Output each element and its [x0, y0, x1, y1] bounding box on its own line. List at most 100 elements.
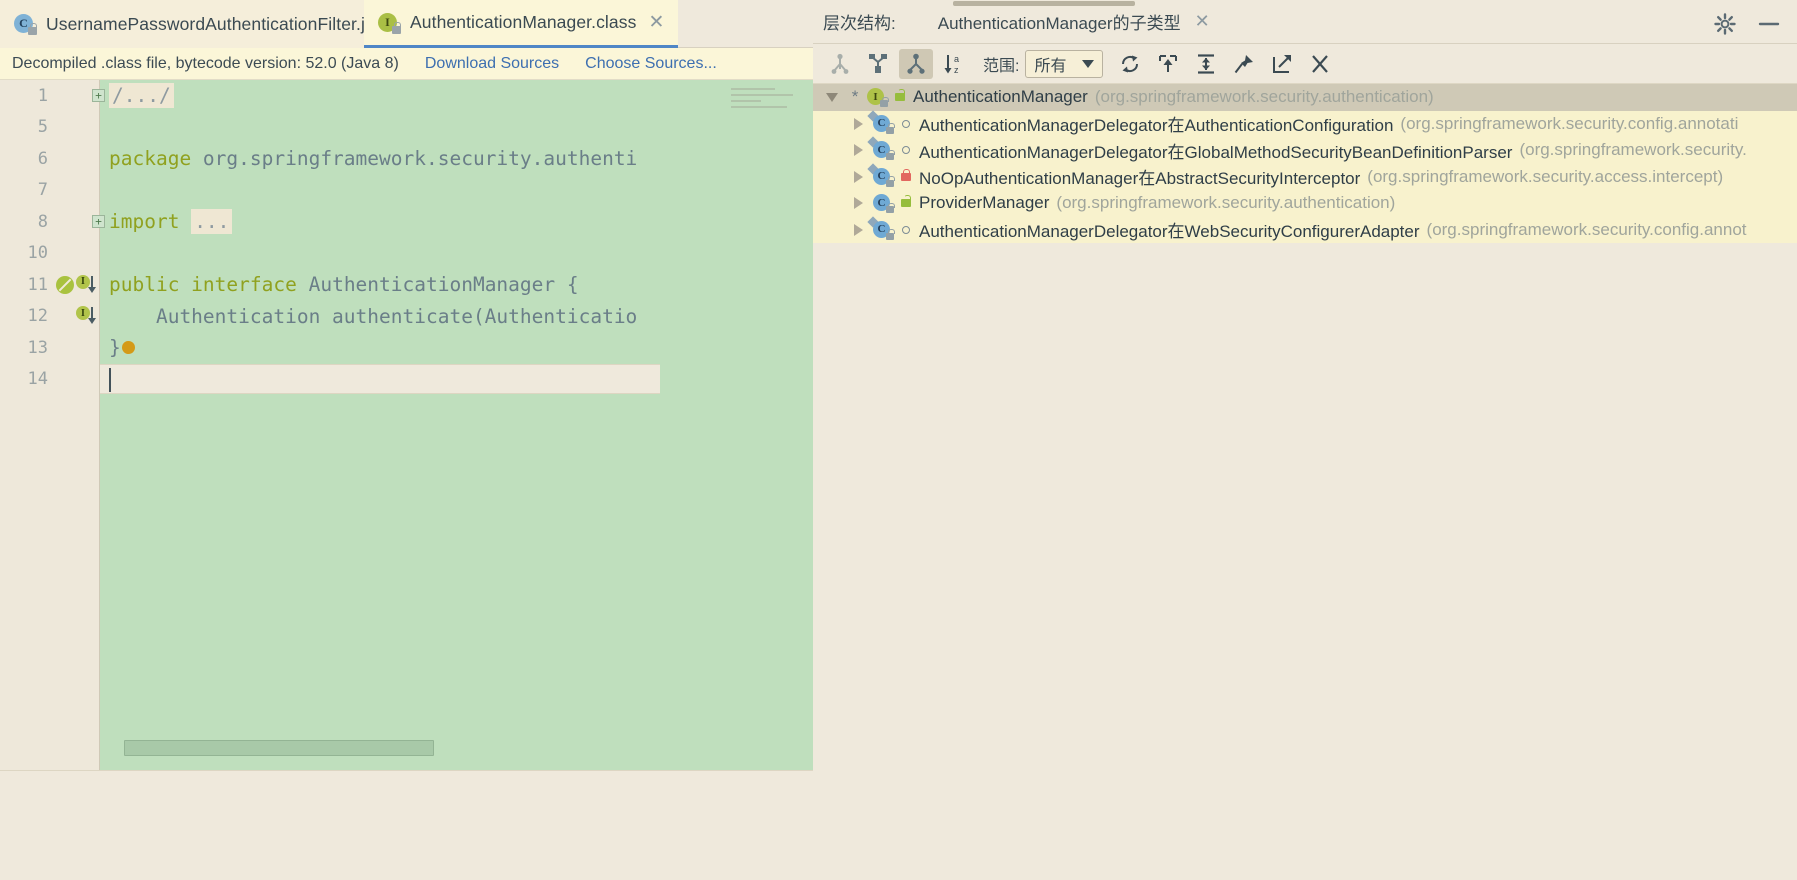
- tree-row-authentication-manager-delegator-config[interactable]: C AuthenticationManagerDelegator在Authent…: [813, 110, 1797, 137]
- collapse-all-icon[interactable]: [1189, 49, 1223, 79]
- visibility-package-icon: [895, 119, 917, 128]
- collapsed-imports[interactable]: ...: [191, 209, 233, 235]
- java-class-icon: C: [867, 163, 895, 188]
- editor-tab-close-icon[interactable]: ✕: [646, 13, 666, 32]
- code-line-6: package org.springframework.security.aut…: [100, 143, 637, 175]
- hierarchy-bottom-strip: [813, 866, 1797, 880]
- code-line-13: }: [100, 332, 135, 364]
- svg-text:z: z: [954, 65, 959, 75]
- java-class-icon: C: [867, 136, 895, 161]
- editor-status-strip: [0, 770, 813, 880]
- ide-window: C UsernamePasswordAuthenticationFilter.j…: [0, 0, 1797, 880]
- tree-expander-icon[interactable]: [845, 144, 871, 157]
- implemented-by-icon[interactable]: I: [76, 306, 98, 326]
- tree-row-name: AuthenticationManagerDelegator在GlobalMet…: [919, 142, 1513, 162]
- intention-bulb-icon[interactable]: [121, 341, 135, 355]
- method-declaration: Authentication authenticate(Authenticati…: [109, 304, 638, 328]
- tree-expander-icon[interactable]: [845, 170, 871, 183]
- tree-row-authentication-manager-delegator-globalmethod[interactable]: C AuthenticationManagerDelegator在GlobalM…: [813, 136, 1797, 164]
- gutter-line-5: 5: [37, 117, 48, 138]
- refresh-icon[interactable]: [1113, 49, 1147, 79]
- hierarchy-content-tab-label: AuthenticationManager的子类型: [937, 14, 1181, 33]
- java-class-icon: C: [871, 192, 895, 214]
- tree-expander-icon[interactable]: [845, 117, 871, 130]
- java-class-icon: C: [14, 13, 37, 35]
- current-type-marker: *: [851, 87, 859, 107]
- tree-row-package: (org.springframework.security.: [1519, 140, 1747, 160]
- svg-text:a: a: [954, 54, 959, 64]
- editor-gutter[interactable]: 1 5 6 7 8 10 11 I 12 I 13 14: [0, 80, 100, 770]
- minimize-icon[interactable]: [1757, 12, 1781, 36]
- scope-select[interactable]: 所有: [1025, 49, 1104, 78]
- close-icon[interactable]: [1303, 49, 1337, 79]
- download-sources-link[interactable]: Download Sources: [425, 55, 559, 73]
- java-class-icon: C: [867, 216, 895, 241]
- code-text[interactable]: /.../ package org.springframework.securi…: [100, 80, 813, 770]
- tree-row-authentication-manager[interactable]: * I AuthenticationManager (org.springfra…: [813, 84, 1797, 111]
- tree-row-package: (org.springframework.security.config.ann…: [1426, 219, 1747, 239]
- interface-declaration: AuthenticationManager {: [308, 273, 579, 297]
- code-line-12: Authentication authenticate(Authenticati…: [100, 301, 637, 333]
- gutter-line-14: 14: [27, 369, 48, 390]
- choose-sources-link[interactable]: Choose Sources...: [585, 55, 717, 73]
- tree-row-package: (org.springframework.security.authentica…: [1094, 87, 1434, 107]
- hierarchy-top-scrollbar[interactable]: [953, 1, 1135, 6]
- chevron-down-icon: [1082, 59, 1095, 68]
- visibility-public-icon: [895, 195, 917, 208]
- tree-row-name: ProviderManager: [919, 193, 1050, 213]
- gutter-line-8: 8: [37, 211, 48, 232]
- editor-minimap[interactable]: [727, 80, 813, 770]
- hierarchy-tree[interactable]: * I AuthenticationManager (org.springfra…: [813, 84, 1797, 880]
- code-line-1: /.../: [100, 80, 174, 112]
- editor-tab-authentication-manager[interactable]: I AuthenticationManager.class ✕: [364, 0, 679, 48]
- sort-az-icon[interactable]: a z: [937, 49, 971, 79]
- hierarchy-header: 层次结构: AuthenticationManager的子类型 ✕: [813, 0, 1797, 44]
- pin-icon[interactable]: [1227, 49, 1261, 79]
- editor-tab-label: UsernamePasswordAuthenticationFilter.jav…: [46, 13, 394, 34]
- visibility-package-icon: [895, 146, 917, 155]
- tree-expander-icon[interactable]: [845, 223, 871, 236]
- code-line-11: public interface AuthenticationManager {: [100, 269, 579, 301]
- tree-expander-icon[interactable]: [845, 197, 871, 210]
- tree-row-name: NoOpAuthenticationManager在AbstractSecuri…: [919, 169, 1361, 189]
- hierarchy-title-label: 层次结构:: [823, 14, 896, 33]
- keyword-public-interface: public interface: [109, 273, 309, 297]
- export-icon[interactable]: [1265, 49, 1299, 79]
- tree-row-authentication-manager-delegator-websecurity[interactable]: C AuthenticationManagerDelegator在WebSecu…: [813, 216, 1797, 243]
- tree-row-name: AuthenticationManagerDelegator在WebSecuri…: [919, 222, 1420, 242]
- tree-row-name: AuthenticationManagerDelegator在Authentic…: [919, 116, 1394, 136]
- gutter-line-1: 1: [37, 85, 48, 106]
- tree-expander-icon[interactable]: [819, 92, 845, 102]
- editor-tab-label: AuthenticationManager.class: [410, 12, 637, 32]
- implemented-by-icon[interactable]: I: [76, 274, 98, 295]
- gutter-line-10: 10: [27, 243, 48, 264]
- collapsed-comment[interactable]: /.../: [109, 83, 174, 109]
- package-name: org.springframework.security.authenti: [202, 147, 638, 171]
- decompiled-notification-bar: Decompiled .class file, bytecode version…: [0, 48, 813, 80]
- visibility-private-icon: [895, 168, 917, 181]
- no-override-icon[interactable]: [56, 275, 74, 294]
- type-hierarchy-icon[interactable]: [823, 49, 857, 79]
- tree-row-package: (org.springframework.security.config.ann…: [1400, 113, 1739, 133]
- subtypes-icon[interactable]: [899, 48, 933, 79]
- gutter-line-11: 11 I: [0, 269, 100, 301]
- hierarchy-tab-close-icon[interactable]: ✕: [1195, 11, 1210, 32]
- scope-label: 范围:: [983, 57, 1020, 75]
- supertypes-icon[interactable]: [861, 49, 895, 79]
- editor-pane: C UsernamePasswordAuthenticationFilter.j…: [0, 0, 813, 880]
- tree-row-name: AuthenticationManager: [913, 87, 1088, 107]
- tree-row-noop-authentication-manager[interactable]: C NoOpAuthenticationManager在AbstractSecu…: [813, 163, 1797, 190]
- hierarchy-content-tab[interactable]: AuthenticationManager的子类型 ✕: [936, 7, 1212, 36]
- gear-icon[interactable]: [1713, 12, 1737, 36]
- gutter-line-12: 12 I: [0, 301, 100, 333]
- visibility-public-icon: [889, 89, 911, 102]
- code-editor-area[interactable]: 1 5 6 7 8 10 11 I 12 I 13 14 + + /.../ p…: [0, 80, 813, 770]
- tree-row-provider-manager[interactable]: C ProviderManager (org.springframework.s…: [813, 190, 1797, 217]
- expand-all-icon[interactable]: [1151, 49, 1185, 79]
- gutter-line-6: 6: [37, 148, 48, 169]
- visibility-package-icon: [895, 225, 917, 234]
- code-line-8: import ...: [100, 206, 233, 238]
- tree-row-package: (org.springframework.security.access.int…: [1367, 166, 1724, 186]
- editor-horizontal-scrollbar[interactable]: [124, 740, 434, 756]
- editor-tab-bar: C UsernamePasswordAuthenticationFilter.j…: [0, 0, 813, 48]
